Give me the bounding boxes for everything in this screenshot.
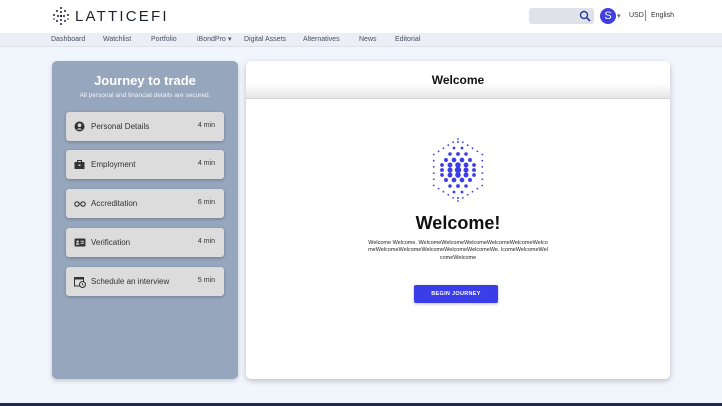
step-label: Schedule an interview [91,277,170,286]
nav-item-editorial[interactable]: Editorial [395,36,420,43]
step-schedule-interview[interactable]: Schedule an interview 5 min [66,267,224,296]
step-verification[interactable]: Verification 4 min [66,228,224,257]
step-personal-details[interactable]: Personal Details 4 min [66,112,224,141]
step-label: Accreditation [91,199,138,208]
search-input[interactable] [529,8,594,24]
begin-journey-button[interactable]: BEGIN JOURNEY [414,285,498,303]
card-header: Welcome [246,61,670,99]
chevron-down-icon[interactable]: ▾ [617,12,621,20]
nav-item-watchlist[interactable]: Watchlist [103,36,131,43]
welcome-card: Welcome Welcome! Welcome Welcome. Welcom… [246,61,670,379]
divider [645,10,646,21]
nav-item-digital-assets[interactable]: Digital Assets [244,36,286,43]
step-employment[interactable]: Employment 4 min [66,150,224,179]
journey-title: Journey to trade [94,73,196,88]
nav-item-ibondpro[interactable]: iBondPro [197,36,226,43]
lattice-logo-icon [53,7,69,25]
step-time: 5 min [197,277,215,284]
welcome-heading: Welcome! [415,213,501,233]
step-time: 6 min [197,199,215,206]
avatar[interactable]: S [600,8,616,24]
nav-item-news[interactable]: News [359,36,377,43]
briefcase-icon [74,160,85,169]
step-time: 4 min [197,238,215,245]
step-label: Personal Details [91,122,150,131]
person-circle-icon [74,121,85,132]
welcome-text: Welcome Welcome. WelcomeWelcomeWelcomeWe… [368,240,548,261]
step-accreditation[interactable]: Accreditation 6 min [66,189,224,218]
calendar-clock-icon [74,277,86,288]
nav-item-dashboard[interactable]: Dashboard [51,36,85,43]
currency-selector[interactable]: USD [629,12,644,19]
id-card-icon [74,238,86,247]
journey-subtitle: All personal and financial details are s… [79,92,211,99]
hexagon-dots-logo-icon [432,138,484,202]
search-icon[interactable] [579,10,591,22]
nav-item-alternatives[interactable]: Alternatives [303,36,340,43]
main-nav: Dashboard Watchlist Portfolio iBondPro ▾… [0,33,722,47]
journey-panel: Journey to trade All personal and financ… [52,61,238,379]
brand-logo[interactable]: LATTICEFI [52,6,169,26]
step-time: 4 min [197,122,215,129]
chevron-down-icon[interactable]: ▾ [228,35,232,43]
step-time: 4 min [197,160,215,167]
top-bar: LATTICEFI S ▾ USD English [0,0,722,33]
glasses-icon [74,201,86,207]
logo-text: LATTICEFI [75,7,169,25]
card-title: Welcome [431,73,485,87]
nav-item-portfolio[interactable]: Portfolio [151,36,177,43]
step-label: Employment [91,160,136,169]
language-selector[interactable]: English [651,12,674,19]
step-label: Verification [91,238,131,247]
